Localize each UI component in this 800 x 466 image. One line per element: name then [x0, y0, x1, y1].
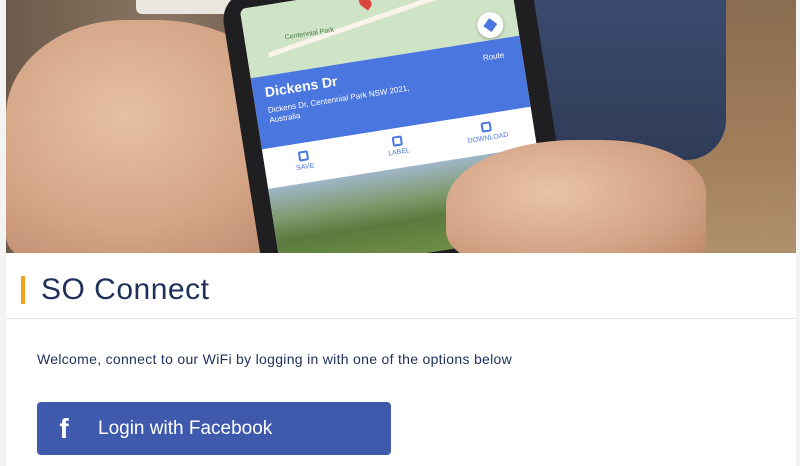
flag-icon	[391, 135, 404, 147]
phone-action-label: LABEL	[367, 131, 429, 160]
welcome-text: Welcome, connect to our WiFi by logging …	[37, 351, 513, 367]
download-icon	[480, 121, 492, 133]
page-title: SO Connect	[41, 273, 210, 306]
login-with-facebook-button[interactable]: f Login with Facebook	[37, 402, 391, 455]
phone-action-label: DOWNLOAD	[467, 131, 509, 146]
map-pin-icon	[356, 0, 374, 11]
facebook-button-label: Login with Facebook	[98, 418, 273, 439]
save-icon	[297, 150, 310, 162]
title-bar: SO Connect	[6, 253, 796, 319]
hero-pencil	[136, 0, 236, 14]
phone-action-download: DOWNLOAD	[456, 117, 518, 146]
facebook-icon: f	[59, 413, 69, 444]
hero-sleeve	[526, 0, 726, 160]
phone-action-label: LABEL	[387, 147, 411, 158]
title-accent-bar	[21, 276, 25, 304]
phone-action-save: SAVE	[273, 146, 335, 175]
directions-icon	[475, 10, 506, 40]
login-page: Centennial Park Dickens Dr Dickens Dr, C…	[0, 0, 800, 466]
hero-image: Centennial Park Dickens Dr Dickens Dr, C…	[6, 0, 796, 253]
login-card: SO Connect Welcome, connect to our WiFi …	[6, 253, 796, 466]
phone-action-label: SAVE	[295, 162, 315, 173]
